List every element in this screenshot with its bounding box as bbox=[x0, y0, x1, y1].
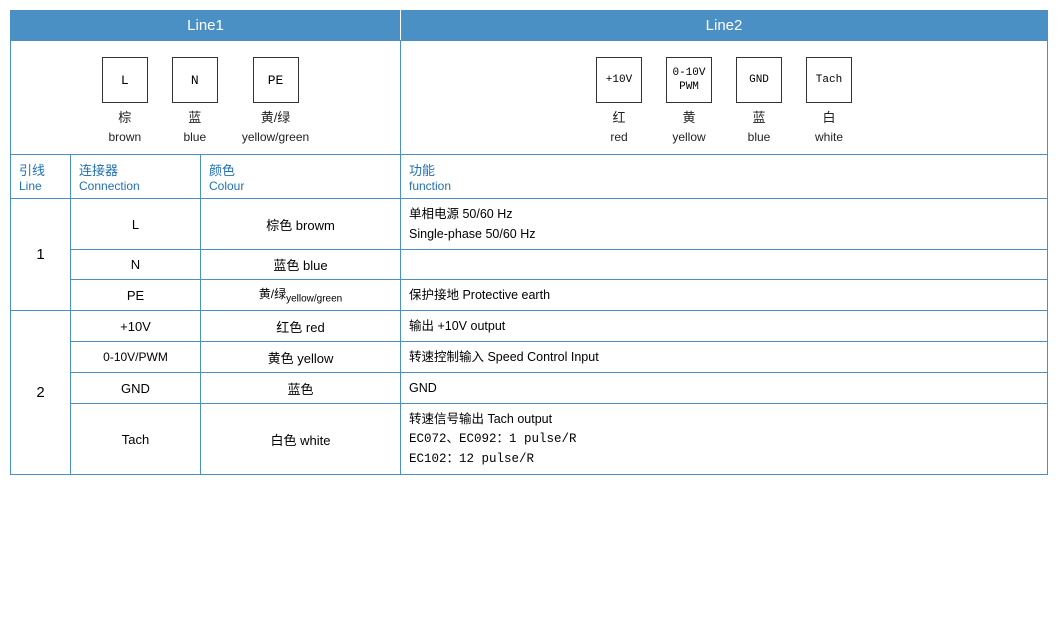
function-PE-text: 保护接地 Protective earth bbox=[409, 285, 1039, 305]
col-line-zh: 引线 bbox=[19, 160, 62, 179]
column-header-row: 引线 Line 连接器 Connection 颜色 Colour 功能 func… bbox=[11, 155, 1048, 199]
line2-header: Line2 bbox=[401, 11, 1048, 41]
connector-box-Tach: Tach bbox=[806, 57, 852, 103]
col-function-zh: 功能 bbox=[409, 160, 1039, 179]
connector-L: L 棕 brown bbox=[102, 57, 148, 144]
col-line-en: Line bbox=[19, 179, 62, 193]
colour-Tach-cell: 白色 white bbox=[201, 404, 401, 475]
header-row: Line1 Line2 bbox=[11, 11, 1048, 41]
connector-GND-en: blue bbox=[748, 130, 771, 144]
function-L-text2: Single-phase 50/60 Hz bbox=[409, 224, 1039, 244]
connector-N: N 蓝 blue bbox=[172, 57, 218, 144]
table-row: 1 L 棕色 browm 单相电源 50/60 Hz Single-phase … bbox=[11, 199, 1048, 250]
diagram-row: L 棕 brown N 蓝 blue PE 黄/绿 yellow/green bbox=[11, 41, 1048, 155]
connector-box-10V: +10V bbox=[596, 57, 642, 103]
connector-10V-en: red bbox=[610, 130, 627, 144]
colour-N-cell: 蓝色 blue bbox=[201, 250, 401, 280]
table-row: 0-10V/PWM 黄色 yellow 转速控制输入 Speed Control… bbox=[11, 342, 1048, 373]
col-function: 功能 function bbox=[401, 155, 1048, 199]
line1-connectors: L 棕 brown N 蓝 blue PE 黄/绿 yellow/green bbox=[102, 57, 309, 144]
connector-Tach-en: white bbox=[815, 130, 843, 144]
table-row: 2 +10V 红色 red 输出 +10V output bbox=[11, 311, 1048, 342]
connector-box-L: L bbox=[102, 57, 148, 103]
function-N-cell bbox=[401, 250, 1048, 280]
connector-PWM: 0-10V PWM 黄 yellow bbox=[666, 57, 712, 144]
connector-PE-cell: PE bbox=[71, 280, 201, 311]
connector-GND-cell: GND bbox=[71, 373, 201, 404]
function-Tach-cell: 转速信号输出 Tach output EC072、EC092：1 pulse/R… bbox=[401, 404, 1048, 475]
connector-Tach-cell: Tach bbox=[71, 404, 201, 475]
col-function-en: function bbox=[409, 179, 1039, 193]
connector-PE-zh: 黄/绿 bbox=[261, 107, 291, 126]
function-PE-cell: 保护接地 Protective earth bbox=[401, 280, 1048, 311]
connector-box-PWM: 0-10V PWM bbox=[666, 57, 712, 103]
function-Tach-text1: 转速信号输出 Tach output bbox=[409, 409, 1039, 429]
table-row: PE 黄/绿yellow/green 保护接地 Protective earth bbox=[11, 280, 1048, 311]
line1-header: Line1 bbox=[11, 11, 401, 41]
line2-connectors: +10V 红 red 0-10V PWM 黄 yellow GND 蓝 bbox=[596, 57, 852, 144]
connector-L-en: brown bbox=[108, 130, 141, 144]
connector-N-zh: 蓝 bbox=[188, 107, 201, 126]
connector-Tach: Tach 白 white bbox=[806, 57, 852, 144]
table-row: N 蓝色 blue bbox=[11, 250, 1048, 280]
function-PWM-text: 转速控制输入 Speed Control Input bbox=[409, 347, 1039, 367]
function-L-text: 单相电源 50/60 Hz bbox=[409, 204, 1039, 224]
function-GND-text: GND bbox=[409, 378, 1039, 398]
function-10V-text: 输出 +10V output bbox=[409, 316, 1039, 336]
connector-N-cell: N bbox=[71, 250, 201, 280]
connector-Tach-zh: 白 bbox=[822, 107, 835, 126]
connector-PWM-cell: 0-10V/PWM bbox=[71, 342, 201, 373]
connector-10V-cell: +10V bbox=[71, 311, 201, 342]
table-row: Tach 白色 white 转速信号输出 Tach output EC072、E… bbox=[11, 404, 1048, 475]
function-Tach-text3: EC102：12 pulse/R bbox=[409, 449, 1039, 469]
col-line: 引线 Line bbox=[11, 155, 71, 199]
connector-L-cell: L bbox=[71, 199, 201, 250]
col-colour-en: Colour bbox=[209, 179, 392, 193]
table-row: GND 蓝色 GND bbox=[11, 373, 1048, 404]
colour-PE-cell: 黄/绿yellow/green bbox=[201, 280, 401, 311]
line1-diagram: L 棕 brown N 蓝 blue PE 黄/绿 yellow/green bbox=[11, 41, 401, 155]
function-Tach-text2: EC072、EC092：1 pulse/R bbox=[409, 429, 1039, 449]
colour-10V-cell: 红色 red bbox=[201, 311, 401, 342]
connector-box-GND: GND bbox=[736, 57, 782, 103]
connector-PE-en: yellow/green bbox=[242, 130, 309, 144]
col-connection-en: Connection bbox=[79, 179, 192, 193]
connector-PE: PE 黄/绿 yellow/green bbox=[242, 57, 309, 144]
col-colour: 颜色 Colour bbox=[201, 155, 401, 199]
col-colour-zh: 颜色 bbox=[209, 160, 392, 179]
col-connection: 连接器 Connection bbox=[71, 155, 201, 199]
connector-GND: GND 蓝 blue bbox=[736, 57, 782, 144]
colour-GND-cell: 蓝色 bbox=[201, 373, 401, 404]
colour-PWM-cell: 黄色 yellow bbox=[201, 342, 401, 373]
connector-PWM-en: yellow bbox=[672, 130, 705, 144]
function-L-cell: 单相电源 50/60 Hz Single-phase 50/60 Hz bbox=[401, 199, 1048, 250]
connector-box-N: N bbox=[172, 57, 218, 103]
line-2-number: 2 bbox=[11, 311, 71, 475]
line-1-number: 1 bbox=[11, 199, 71, 311]
col-connection-zh: 连接器 bbox=[79, 160, 192, 179]
function-PWM-cell: 转速控制输入 Speed Control Input bbox=[401, 342, 1048, 373]
connector-PWM-zh: 黄 bbox=[682, 107, 695, 126]
function-GND-cell: GND bbox=[401, 373, 1048, 404]
connector-L-zh: 棕 bbox=[118, 107, 131, 126]
connector-10V: +10V 红 red bbox=[596, 57, 642, 144]
function-10V-cell: 输出 +10V output bbox=[401, 311, 1048, 342]
colour-L-cell: 棕色 browm bbox=[201, 199, 401, 250]
connector-N-en: blue bbox=[183, 130, 206, 144]
connector-GND-zh: 蓝 bbox=[752, 107, 765, 126]
line2-diagram: +10V 红 red 0-10V PWM 黄 yellow GND 蓝 bbox=[401, 41, 1048, 155]
connector-box-PE: PE bbox=[253, 57, 299, 103]
connector-10V-zh: 红 bbox=[612, 107, 625, 126]
